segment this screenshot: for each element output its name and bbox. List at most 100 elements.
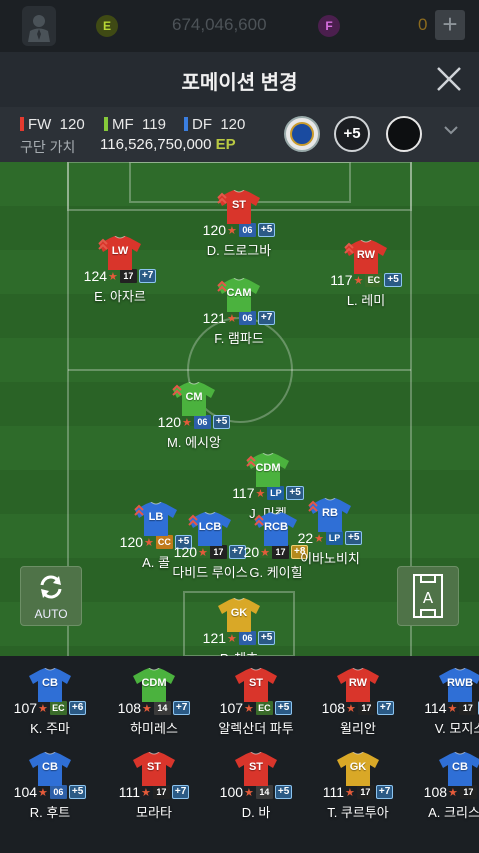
position-label: RW xyxy=(348,677,368,689)
season-badge: 17 xyxy=(357,701,375,715)
fw-label: FW xyxy=(28,116,52,133)
rating-row: 108 ★ 14 +7 xyxy=(104,700,204,716)
jersey-icon: ST xyxy=(234,752,278,786)
position-label: ST xyxy=(248,677,264,689)
player-card[interactable]: CM 120 ★ 06 +5 M. 에시앙 xyxy=(144,382,244,451)
form-arrows-icon xyxy=(344,242,354,254)
team-value-label: 구단 가치 xyxy=(20,139,76,155)
season-badge: 06 xyxy=(49,785,67,799)
overall-rating: 100 xyxy=(219,784,244,800)
enhance-badge: +7 xyxy=(171,785,190,799)
position-label: CB xyxy=(452,761,468,773)
jersey-icon: CB xyxy=(28,668,72,702)
player-card[interactable]: ST 107 ★ EC +5 알렉산더 파투 xyxy=(206,668,306,737)
overall-rating: 120 xyxy=(202,222,227,238)
player-card[interactable]: GK 111 ★ 17 +7 T. 쿠르투아 xyxy=(308,752,408,821)
form-arrows-icon xyxy=(246,455,256,467)
rating-row: 108 ★ 17 +7 xyxy=(308,700,408,716)
fc-coin-icon: F xyxy=(318,15,340,37)
star-icon: ★ xyxy=(198,546,208,559)
position-label: GK xyxy=(230,607,248,619)
player-card[interactable]: RB 22 ★ LP +5 이바노비치 xyxy=(280,498,380,567)
mf-stat: MF 119 xyxy=(104,116,166,133)
rating-row: 111 ★ 17 +7 xyxy=(104,784,204,800)
team-boost-badge[interactable]: +5 xyxy=(334,116,370,152)
form-arrows-icon xyxy=(254,514,264,526)
jersey-icon: RB xyxy=(308,498,352,532)
jersey-icon: ST xyxy=(132,752,176,786)
player-name: A. 크리스텐 xyxy=(428,805,479,820)
auto-formation-button[interactable]: AUTO xyxy=(20,566,82,626)
field-view-button[interactable]: A xyxy=(397,566,459,626)
star-icon: ★ xyxy=(447,702,458,715)
star-icon: ★ xyxy=(260,546,271,559)
enhance-badge: +5 xyxy=(384,273,402,287)
rating-row: 104 ★ 06 +5 xyxy=(0,784,100,800)
player-card[interactable]: CAM 121 ★ 06 +7 F. 램파드 xyxy=(189,278,289,347)
refresh-icon xyxy=(40,575,62,599)
enhance-badge: +5 xyxy=(345,531,363,545)
player-card[interactable]: ST 120 ★ 06 +5 D. 드로그바 xyxy=(189,190,289,259)
rating-row: 111 ★ 17 +7 xyxy=(308,784,408,800)
player-name: 모라타 xyxy=(136,805,172,820)
jersey-icon: GK xyxy=(336,752,380,786)
jersey-icon: ST xyxy=(234,668,278,702)
rating-row: 117 ★ EC +5 xyxy=(316,272,416,288)
star-icon: ★ xyxy=(255,487,266,500)
add-currency-button[interactable]: + xyxy=(435,10,465,40)
player-name: 하미레스 xyxy=(130,721,178,736)
jersey-icon: CM xyxy=(172,382,216,416)
player-card[interactable]: CB 107 ★ EC +6 K. 주마 xyxy=(0,668,100,737)
fw-color-bar xyxy=(20,117,24,131)
chevron-down-icon[interactable] xyxy=(443,124,459,136)
player-card[interactable]: ST 111 ★ 17 +7 모라타 xyxy=(104,752,204,821)
overall-rating: 117 xyxy=(232,485,255,501)
form-arrows-icon xyxy=(98,238,108,250)
season-badge: 06 xyxy=(238,223,256,237)
player-card[interactable]: CDM 108 ★ 14 +7 하미레스 xyxy=(104,668,204,737)
rating-row: 121 ★ 06 +5 xyxy=(189,630,289,646)
overall-rating: 114 xyxy=(424,700,447,716)
empty-slot-circle[interactable] xyxy=(386,116,422,152)
club-emblem-icon[interactable] xyxy=(284,116,320,152)
header: 포메이션 변경 xyxy=(0,52,479,107)
overall-rating: 108 xyxy=(117,700,142,716)
jersey-icon: LW xyxy=(98,236,142,270)
manager-avatar[interactable] xyxy=(22,6,56,46)
jersey-icon: RW xyxy=(344,240,388,274)
player-card[interactable]: RW 117 ★ EC +5 L. 레미 xyxy=(316,240,416,309)
player-name: M. 에시앙 xyxy=(167,435,221,450)
overall-rating: 22 xyxy=(297,530,314,546)
overall-rating: 108 xyxy=(321,700,346,716)
close-icon[interactable] xyxy=(434,64,464,94)
player-card[interactable]: ST 100 ★ 14 +5 D. 바 xyxy=(206,752,306,821)
overall-rating: 121 xyxy=(202,630,227,646)
season-badge: 06 xyxy=(193,415,211,429)
star-icon: ★ xyxy=(227,632,237,645)
enhance-badge: +6 xyxy=(68,701,87,715)
season-badge: 06 xyxy=(238,311,256,325)
df-color-bar xyxy=(184,117,188,131)
form-arrows-icon xyxy=(217,192,227,204)
jersey-icon: CAM xyxy=(217,278,261,312)
position-label: ST xyxy=(146,761,162,773)
player-card[interactable]: CB 104 ★ 06 +5 R. 후트 xyxy=(0,752,100,821)
season-badge: 17 xyxy=(209,545,227,559)
season-badge: EC xyxy=(365,273,383,287)
player-card[interactable]: CB 108 ★ 17 +7 A. 크리스텐 xyxy=(410,752,479,821)
df-value: 120 xyxy=(220,116,246,133)
team-value: 116,526,750,000 EP xyxy=(100,136,236,153)
player-card[interactable]: RW 108 ★ 17 +7 윌리안 xyxy=(308,668,408,737)
enhance-badge: +7 xyxy=(376,701,395,715)
star-icon: ★ xyxy=(108,270,118,283)
player-name: 알렉산더 파투 xyxy=(218,721,294,736)
player-card[interactable]: RWB 114 ★ 17 +7 V. 모지스 xyxy=(410,668,479,737)
season-badge: LP xyxy=(326,531,344,545)
overall-rating: 120 xyxy=(157,414,182,430)
enhance-badge: +5 xyxy=(212,415,231,429)
player-card[interactable]: LW 124 ★ 17 +7 E. 아자르 xyxy=(70,236,170,305)
rating-row: 121 ★ 06 +7 xyxy=(189,310,289,326)
player-name: 윌리안 xyxy=(340,721,376,736)
position-label: ST xyxy=(248,761,264,773)
rating-row: 107 ★ EC +5 xyxy=(206,700,306,716)
